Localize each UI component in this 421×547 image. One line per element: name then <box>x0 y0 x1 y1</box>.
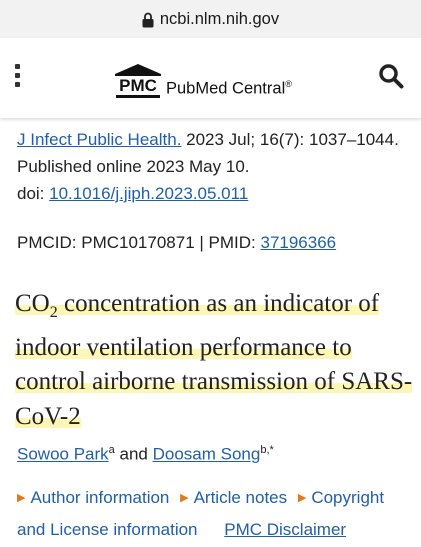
author-conjunction: and <box>114 444 153 464</box>
doi-label: doi: <box>17 184 50 203</box>
citation: J Infect Public Health. 2023 Jul; 16(7):… <box>17 126 407 207</box>
doi-link[interactable]: 10.1016/j.jiph.2023.05.011 <box>49 184 248 203</box>
author-link-2[interactable]: Doosam Song <box>153 445 261 464</box>
article-ids: PMCID: PMC10170871 | PMID: 37196366 <box>17 230 336 256</box>
triangle-right-icon: ▶ <box>180 492 189 504</box>
pmc-roof-icon <box>115 64 161 76</box>
journal-link[interactable]: J Infect Public Health. <box>17 130 181 149</box>
site-header: PMC PubMed Central® <box>0 38 421 118</box>
title-prefix: CO <box>15 290 50 317</box>
browser-address-bar[interactable]: ncbi.nlm.nih.gov <box>0 0 421 38</box>
triangle-right-icon: ▶ <box>17 492 26 504</box>
triangle-right-icon: ▶ <box>297 492 307 504</box>
article-title: CO2 concentration as an indicator of ind… <box>15 287 415 434</box>
author-2-affil: b,* <box>260 444 274 456</box>
pmid-label: PMID: <box>208 233 261 252</box>
pmc-logo-abbr: PMC <box>116 76 160 98</box>
author-list: Sowoo Parka and Doosam Songb,* <box>17 437 274 468</box>
pmcid-value: PMC10170871 <box>81 233 195 252</box>
search-icon[interactable] <box>378 63 404 89</box>
author-link-1[interactable]: Sowoo Park <box>17 445 109 464</box>
title-rest: concentration as an indicator of indoor … <box>15 290 413 430</box>
menu-icon[interactable] <box>15 64 25 88</box>
article-info-links: ▶ Author information ▶ Article notes ▶ Copy… <box>17 483 417 545</box>
url-text: ncbi.nlm.nih.gov <box>159 9 280 28</box>
pmid-link[interactable]: 37196366 <box>260 233 336 252</box>
id-separator: | <box>194 233 209 252</box>
pmc-logo-name: PubMed Central® <box>166 78 292 98</box>
pmc-disclaimer-link[interactable]: PMC Disclaimer <box>224 520 346 539</box>
article-notes-toggle[interactable]: ▶ Article notes <box>180 488 287 507</box>
pmcid-label: PMCID: <box>17 233 82 252</box>
pmc-logo[interactable]: PMC PubMed Central® <box>115 54 292 98</box>
title-subscript: 2 <box>49 304 58 321</box>
lock-icon <box>142 12 154 28</box>
author-information-toggle[interactable]: ▶ Author information <box>17 488 169 507</box>
